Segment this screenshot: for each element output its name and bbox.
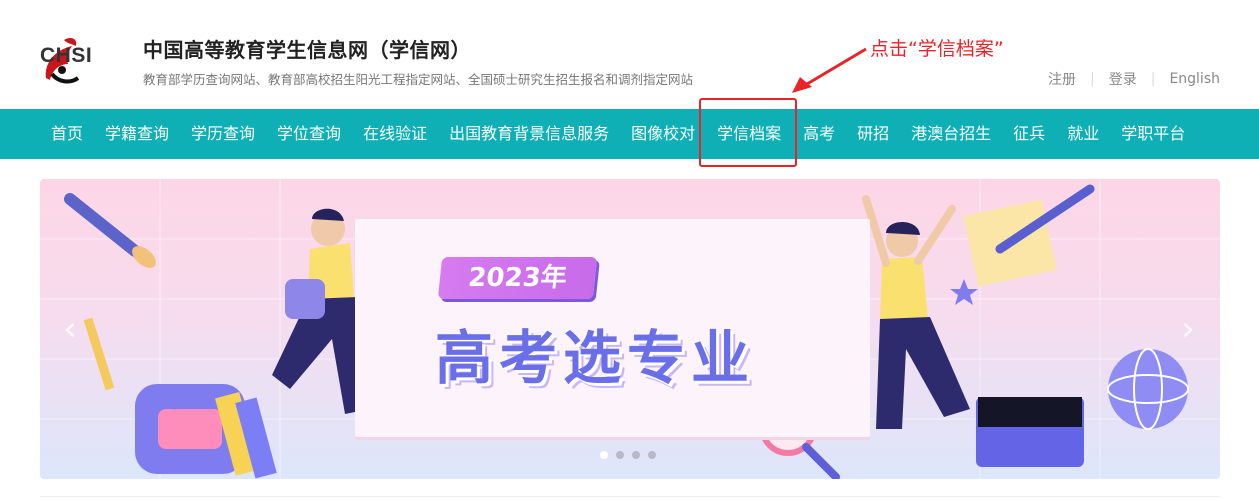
slide-dot[interactable]	[648, 451, 656, 459]
nav-item-conscription[interactable]: 征兵	[1002, 109, 1056, 159]
nav-item-overseas-service[interactable]: 出国教育背景信息服务	[438, 109, 620, 159]
prev-slide-icon[interactable]: ‹	[60, 311, 80, 347]
main-nav: 首页 学籍查询 学历查询 学位查询 在线验证 出国教育背景信息服务 图像校对 学…	[0, 109, 1259, 159]
nav-item-yanzhao[interactable]: 研招	[846, 109, 900, 159]
slide-dot[interactable]	[616, 451, 624, 459]
hero-banner[interactable]: 2023年 高考选专业 ‹ ›	[40, 179, 1220, 479]
nav-item-online-verify[interactable]: 在线验证	[352, 109, 438, 159]
slide-dot[interactable]	[632, 451, 640, 459]
divider: |	[1090, 71, 1095, 87]
top-links: 注册 | 登录 | English	[1048, 69, 1220, 89]
nav-item-student-status[interactable]: 学籍查询	[94, 109, 180, 159]
nav-item-home[interactable]: 首页	[40, 109, 94, 159]
header: CHSI 中国高等教育学生信息网（学信网） 教育部学历查询网站、教育部高校招生阳…	[0, 0, 1259, 109]
slide-indicator	[600, 451, 656, 459]
site-subtitle: 教育部学历查询网站、教育部高校招生阳光工程指定网站、全国硕士研究生招生报名和调剂…	[143, 72, 694, 87]
highlight-box	[699, 98, 797, 167]
nav-item-gaokao[interactable]: 高考	[792, 109, 846, 159]
nav-item-career-platform[interactable]: 学职平台	[1110, 109, 1196, 159]
nav-item-employment[interactable]: 就业	[1056, 109, 1110, 159]
nav-item-image-check[interactable]: 图像校对	[620, 109, 706, 159]
english-link[interactable]: English	[1169, 71, 1220, 87]
next-slide-icon[interactable]: ›	[1178, 311, 1198, 347]
divider	[40, 496, 1220, 497]
year-badge: 2023年	[437, 257, 598, 299]
register-link[interactable]: 注册	[1048, 69, 1076, 89]
annotation-arrow-icon	[792, 47, 867, 93]
logo-text: CHSI	[40, 44, 93, 67]
site-title[interactable]: 中国高等教育学生信息网（学信网）	[143, 34, 471, 63]
nav-item-degree-records[interactable]: 学历查询	[180, 109, 266, 159]
login-link[interactable]: 登录	[1109, 69, 1137, 89]
nav-item-degree-query[interactable]: 学位查询	[266, 109, 352, 159]
nav-items: 首页 学籍查询 学历查询 学位查询 在线验证 出国教育背景信息服务 图像校对 学…	[40, 109, 1196, 159]
nav-item-hmt-admission[interactable]: 港澳台招生	[900, 109, 1002, 159]
annotation-text: 点击“学信档案”	[870, 38, 1004, 60]
page: CHSI 中国高等教育学生信息网（学信网） 教育部学历查询网站、教育部高校招生阳…	[0, 0, 1259, 500]
divider: |	[1150, 71, 1156, 87]
banner-headline: 高考选专业	[435, 324, 756, 392]
slide-dot[interactable]	[600, 451, 608, 459]
